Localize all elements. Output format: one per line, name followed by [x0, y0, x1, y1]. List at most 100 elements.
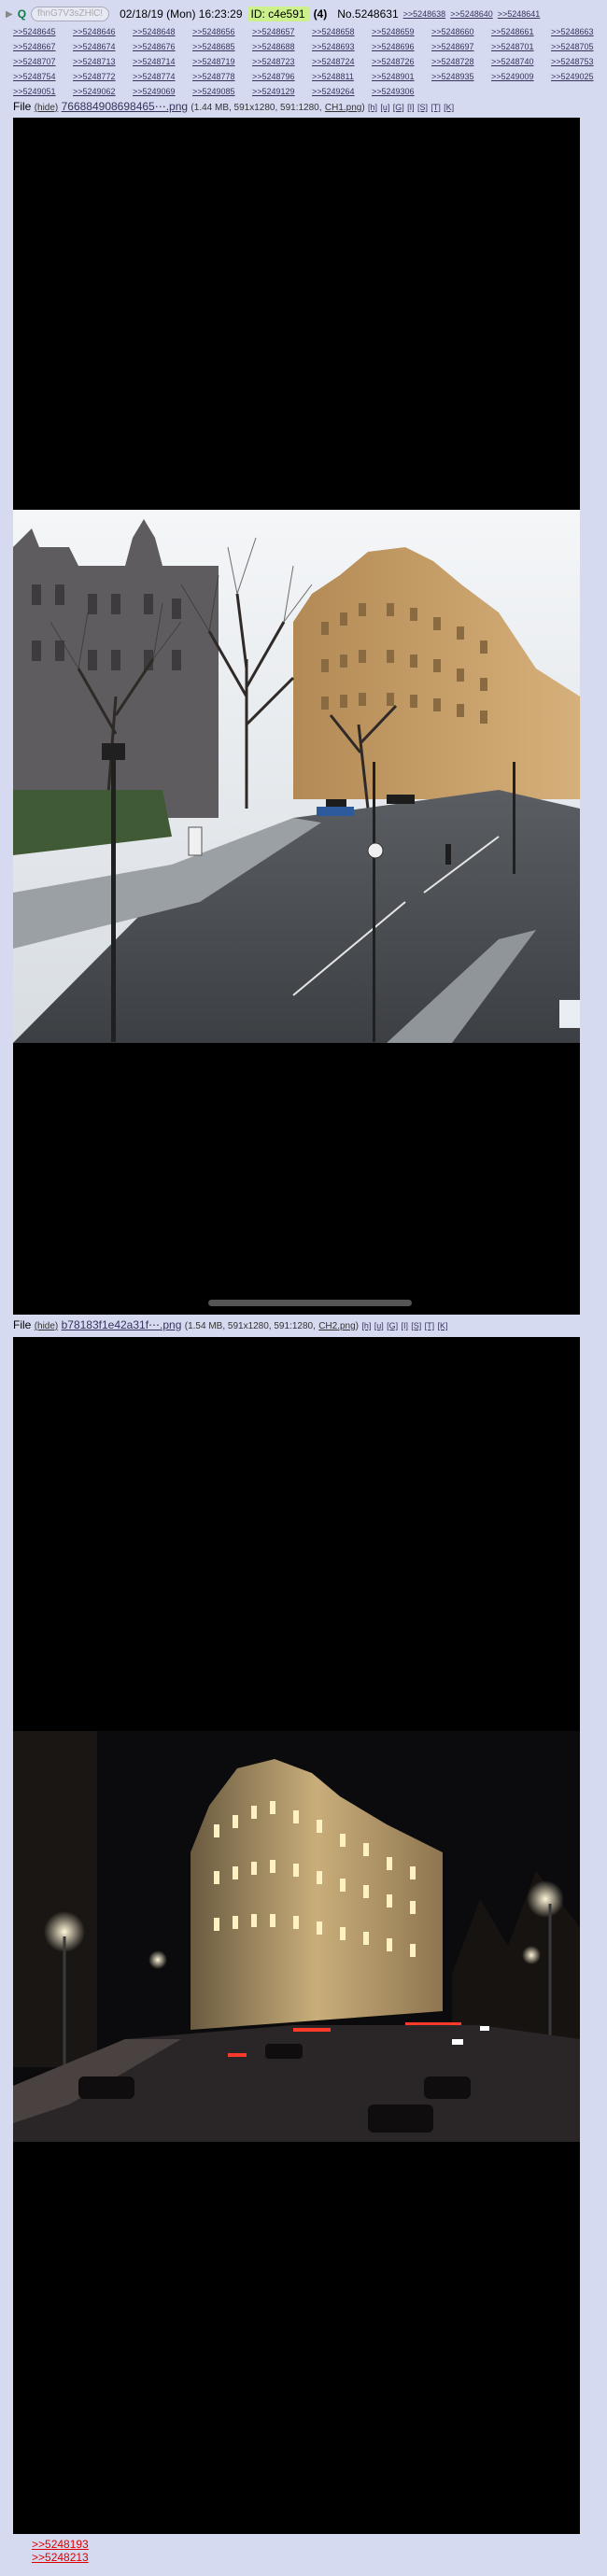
backlink[interactable]: >>5248648: [133, 24, 192, 39]
post-datetime: 02/18/19 (Mon) 16:23:29: [120, 7, 243, 21]
post-image-2[interactable]: [13, 1337, 580, 2534]
backlink[interactable]: >>5248935: [431, 69, 491, 84]
backlink[interactable]: >>5248719: [192, 54, 252, 69]
backlink[interactable]: >>5248707: [13, 54, 73, 69]
file-meta-close: ): [355, 1321, 360, 1331]
q-icon[interactable]: Q: [18, 7, 26, 21]
post-number[interactable]: No.5248631: [337, 7, 398, 21]
tool-google-link[interactable]: [G]: [393, 103, 404, 112]
backlink[interactable]: >>5248796: [252, 69, 312, 84]
tool-karma-link[interactable]: [K]: [444, 103, 454, 112]
backlink[interactable]: >>5248663: [551, 24, 607, 39]
backlink[interactable]: >>5249062: [73, 84, 133, 99]
backlink[interactable]: >>5248724: [312, 54, 372, 69]
file-meta-close: ): [361, 103, 365, 113]
backlink[interactable]: >>5248661: [491, 24, 551, 39]
tool-tineye-link[interactable]: [T]: [431, 103, 441, 112]
backlink[interactable]: >>5248667: [13, 39, 73, 54]
file-label: File: [13, 100, 32, 113]
backlink[interactable]: >>5249025: [551, 69, 607, 84]
backlink[interactable]: >>5248640: [450, 9, 493, 19]
tool-iqdb-link[interactable]: [I]: [401, 1321, 408, 1330]
tool-tineye-link[interactable]: [T]: [425, 1321, 435, 1330]
backlink[interactable]: >>5248657: [252, 24, 312, 39]
file-info-1: File (hide) 766884908698465⋯.png (1.44 M…: [13, 99, 454, 116]
backlink[interactable]: >>5248646: [73, 24, 133, 39]
tool-hash-link[interactable]: [h]: [361, 1321, 371, 1330]
backlink[interactable]: >>5248638: [403, 9, 446, 19]
backlink[interactable]: >>5248656: [192, 24, 252, 39]
file-label: File: [13, 1318, 32, 1331]
reply-count: (4): [313, 7, 328, 21]
tool-saucenao-link[interactable]: [S]: [411, 1321, 421, 1330]
backlink[interactable]: >>5248728: [431, 54, 491, 69]
post-image-1[interactable]: [13, 118, 580, 1315]
backlink-list: >>5248645 >>5248646 >>5248648 >>5248656 …: [13, 24, 607, 99]
backlink[interactable]: >>5248674: [73, 39, 133, 54]
backlink[interactable]: >>5249051: [13, 84, 73, 99]
backlink[interactable]: >>5248696: [372, 39, 431, 54]
backlink[interactable]: >>5248778: [192, 69, 252, 84]
backlink[interactable]: >>5249129: [252, 84, 312, 99]
backlink[interactable]: >>5248901: [372, 69, 431, 84]
backlink[interactable]: >>5249264: [312, 84, 372, 99]
image-scrollbar[interactable]: [208, 1300, 412, 1306]
backlink[interactable]: >>5248660: [431, 24, 491, 39]
backlink-row: >>5248707 >>5248713 >>5248714 >>5248719 …: [13, 54, 607, 69]
backlink[interactable]: >>5248659: [372, 24, 431, 39]
tool-unhide-link[interactable]: [u]: [374, 1321, 384, 1330]
backlink[interactable]: >>5249306: [372, 84, 431, 99]
file-meta: (1.54 MB, 591x1280, 591:1280,: [184, 1321, 316, 1331]
backlink[interactable]: >>5248676: [133, 39, 192, 54]
backlink[interactable]: >>5248754: [13, 69, 73, 84]
backlink-row: >>5248667 >>5248674 >>5248676 >>5248685 …: [13, 39, 607, 54]
hide-file-link[interactable]: (hide): [35, 103, 59, 113]
original-filename-link[interactable]: CH2.png: [318, 1321, 355, 1331]
file-name-link[interactable]: b78183f1e42a31f⋯.png: [62, 1318, 182, 1331]
tool-iqdb-link[interactable]: [I]: [407, 103, 415, 112]
file-name-link[interactable]: 766884908698465⋯.png: [62, 100, 188, 113]
backlink[interactable]: >>5248714: [133, 54, 192, 69]
backlink-row: >>5248754 >>5248772 >>5248774 >>5248778 …: [13, 69, 607, 84]
tool-unhide-link[interactable]: [u]: [380, 103, 389, 112]
backlink[interactable]: >>5248645: [13, 24, 73, 39]
backlink[interactable]: >>5248774: [133, 69, 192, 84]
quote-links: >>5248193 >>5248213: [32, 2538, 89, 2564]
quote-link[interactable]: >>5248193: [32, 2538, 89, 2551]
tool-karma-link[interactable]: [K]: [438, 1321, 448, 1330]
original-filename-link[interactable]: CH1.png: [325, 103, 361, 113]
backlink[interactable]: >>5248772: [73, 69, 133, 84]
backlink[interactable]: >>5248685: [192, 39, 252, 54]
backlink[interactable]: >>5249069: [133, 84, 192, 99]
triangle-right-icon[interactable]: ▶: [6, 9, 13, 20]
backlink[interactable]: >>5248658: [312, 24, 372, 39]
backlink[interactable]: >>5248723: [252, 54, 312, 69]
user-id-hash: fhnG7V3sZHlC!: [31, 7, 110, 21]
post-header: ▶ Q fhnG7V3sZHlC! 02/18/19 (Mon) 16:23:2…: [6, 6, 607, 22]
backlink-row: >>5249051 >>5249062 >>5249069 >>5249085 …: [13, 84, 607, 99]
backlink[interactable]: >>5248713: [73, 54, 133, 69]
tool-saucenao-link[interactable]: [S]: [417, 103, 428, 112]
backlink[interactable]: >>5248641: [498, 9, 541, 19]
backlink[interactable]: >>5248753: [551, 54, 607, 69]
backlink[interactable]: >>5249009: [491, 69, 551, 84]
quote-link[interactable]: >>5248213: [32, 2551, 89, 2564]
night-street-photo: [13, 1731, 580, 2142]
backlink[interactable]: >>5248701: [491, 39, 551, 54]
backlink[interactable]: >>5248811: [312, 69, 372, 84]
backlink[interactable]: >>5248697: [431, 39, 491, 54]
backlink[interactable]: >>5248726: [372, 54, 431, 69]
backlink-row: >>5248645 >>5248646 >>5248648 >>5248656 …: [13, 24, 607, 39]
backlink[interactable]: >>5248705: [551, 39, 607, 54]
backlink[interactable]: >>5248740: [491, 54, 551, 69]
file-info-2: File (hide) b78183f1e42a31f⋯.png (1.54 M…: [13, 1317, 448, 1334]
hide-file-link[interactable]: (hide): [35, 1321, 59, 1331]
backlink[interactable]: >>5249085: [192, 84, 252, 99]
poster-id-badge[interactable]: ID: c4e591: [247, 7, 309, 21]
backlink[interactable]: >>5248688: [252, 39, 312, 54]
backlink[interactable]: >>5248693: [312, 39, 372, 54]
tool-google-link[interactable]: [G]: [387, 1321, 398, 1330]
daytime-street-photo: [13, 510, 580, 1043]
tool-hash-link[interactable]: [h]: [368, 103, 377, 112]
file-meta: (1.44 MB, 591x1280, 591:1280,: [191, 103, 322, 113]
